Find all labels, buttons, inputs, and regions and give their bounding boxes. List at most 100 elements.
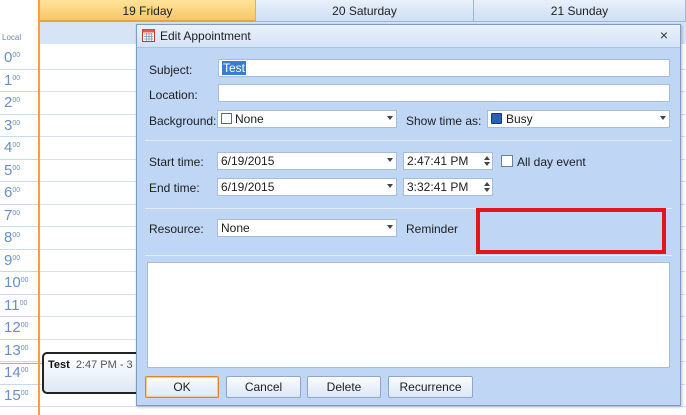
hour-label: 600 bbox=[4, 182, 36, 204]
hour-minutes: 00 bbox=[12, 52, 21, 59]
hour-number: 15 bbox=[4, 386, 21, 404]
chevron-down-icon bbox=[387, 184, 393, 188]
current-time-line bbox=[0, 363, 42, 364]
day-header-friday[interactable]: 19 Friday bbox=[40, 0, 256, 22]
chevron-down-icon bbox=[660, 116, 666, 120]
hour-divider bbox=[0, 226, 38, 227]
hour-label: 900 bbox=[4, 250, 36, 272]
recurrence-button[interactable]: Recurrence bbox=[388, 376, 473, 398]
hour-divider bbox=[0, 248, 38, 250]
hour-minutes: 00 bbox=[19, 299, 28, 307]
hour-divider bbox=[0, 406, 38, 407]
hour-number: 10 bbox=[4, 274, 21, 291]
day-header-saturday[interactable]: 20 Saturday bbox=[256, 0, 474, 22]
hour-label: 1200 bbox=[4, 317, 36, 339]
hour-number: 12 bbox=[4, 319, 21, 336]
hour-divider bbox=[0, 158, 38, 160]
hour-divider bbox=[0, 136, 38, 137]
subject-label: Subject: bbox=[149, 63, 193, 77]
background-select[interactable]: None bbox=[217, 110, 397, 128]
hour-label: 300 bbox=[4, 115, 36, 137]
hour-minutes: 00 bbox=[20, 277, 29, 284]
timezone-label: Local bbox=[2, 33, 22, 42]
show-time-as-select[interactable]: Busy bbox=[487, 110, 670, 128]
hour-label: 100 bbox=[4, 70, 36, 92]
subject-field[interactable]: Test bbox=[218, 59, 670, 77]
spin-up-icon[interactable] bbox=[484, 156, 490, 160]
day-header-sunday[interactable]: 21 Sunday bbox=[474, 0, 686, 22]
hour-divider bbox=[0, 383, 38, 385]
hour-divider bbox=[0, 338, 38, 340]
hour-minutes: 00 bbox=[12, 187, 21, 194]
resource-label: Resource: bbox=[149, 222, 204, 236]
spin-down-icon[interactable] bbox=[484, 162, 490, 166]
ok-button[interactable]: OK bbox=[145, 376, 219, 398]
start-time-label: Start time: bbox=[149, 155, 204, 169]
hour-minutes: 00 bbox=[12, 209, 21, 217]
hour-label: 1300 bbox=[4, 340, 36, 362]
hour-minutes: 00 bbox=[12, 164, 21, 172]
appointment-title: Test bbox=[48, 359, 70, 371]
subject-value: Test bbox=[222, 61, 247, 75]
busy-swatch bbox=[491, 113, 502, 124]
start-time-spinner[interactable]: 2:47:41 PM bbox=[403, 152, 493, 170]
hour-minutes: 00 bbox=[12, 254, 21, 262]
end-date-value: 6/19/2015 bbox=[221, 180, 275, 194]
start-date-picker[interactable]: 6/19/2015 bbox=[217, 152, 397, 170]
hour-minutes: 00 bbox=[20, 344, 29, 352]
end-date-picker[interactable]: 6/19/2015 bbox=[217, 178, 397, 196]
cancel-button[interactable]: Cancel bbox=[226, 376, 301, 398]
hour-label: 1400 bbox=[4, 362, 36, 384]
hour-divider bbox=[0, 293, 38, 295]
hour-minutes: 00 bbox=[12, 74, 21, 82]
all-day-checkbox[interactable] bbox=[501, 155, 513, 167]
chevron-down-icon bbox=[387, 158, 393, 162]
hour-label: 1100 bbox=[4, 295, 36, 317]
hour-minutes: 00 bbox=[20, 322, 29, 329]
hour-divider bbox=[0, 361, 38, 362]
all-day-label[interactable]: All day event bbox=[517, 155, 586, 169]
hour-label: 400 bbox=[4, 137, 36, 159]
hour-minutes: 00 bbox=[20, 367, 29, 374]
appointment-test[interactable]: Test 2:47 PM - 3 bbox=[42, 352, 142, 394]
close-button[interactable]: × bbox=[656, 27, 672, 43]
hour-label: 200 bbox=[4, 92, 36, 114]
hour-divider bbox=[0, 271, 38, 272]
end-time-value: 3:32:41 PM bbox=[407, 180, 469, 194]
edit-appointment-dialog: Edit Appointment × Subject: Test Locatio… bbox=[136, 24, 681, 406]
hour-divider bbox=[0, 181, 38, 182]
notes-textarea[interactable] bbox=[147, 262, 670, 368]
appointment-time: 2:47 PM - 3 bbox=[75, 359, 133, 371]
show-time-as-label: Show time as: bbox=[406, 114, 482, 128]
start-time-value: 2:47:41 PM bbox=[407, 154, 469, 168]
spin-up-icon[interactable] bbox=[484, 182, 490, 186]
chevron-down-icon bbox=[387, 116, 393, 120]
dialog-title: Edit Appointment bbox=[160, 29, 251, 43]
resource-value: None bbox=[221, 221, 250, 235]
dialog-titlebar[interactable]: Edit Appointment × bbox=[137, 25, 680, 48]
background-swatch bbox=[221, 113, 232, 124]
show-time-as-value: Busy bbox=[506, 112, 533, 126]
reminder-highlight-box bbox=[476, 208, 666, 254]
time-slot-line bbox=[40, 406, 686, 407]
background-value: None bbox=[235, 112, 264, 126]
location-field[interactable] bbox=[218, 84, 670, 102]
spin-down-icon[interactable] bbox=[484, 188, 490, 192]
hour-number: 13 bbox=[4, 341, 21, 359]
divider bbox=[145, 140, 672, 141]
end-time-spinner[interactable]: 3:32:41 PM bbox=[403, 178, 493, 196]
hour-divider bbox=[0, 113, 38, 115]
hour-divider bbox=[0, 316, 38, 317]
hour-minutes: 00 bbox=[12, 142, 21, 149]
hour-label: 500 bbox=[4, 160, 36, 182]
calendar-icon bbox=[142, 29, 155, 42]
location-label: Location: bbox=[149, 88, 198, 102]
hour-number: 11 bbox=[4, 296, 20, 314]
resource-select[interactable]: None bbox=[217, 219, 397, 237]
hour-label: 1000 bbox=[4, 272, 36, 294]
divider bbox=[145, 255, 672, 256]
chevron-down-icon bbox=[387, 225, 393, 229]
start-date-value: 6/19/2015 bbox=[221, 154, 275, 168]
background-label: Background: bbox=[149, 114, 217, 128]
delete-button[interactable]: Delete bbox=[307, 376, 381, 398]
